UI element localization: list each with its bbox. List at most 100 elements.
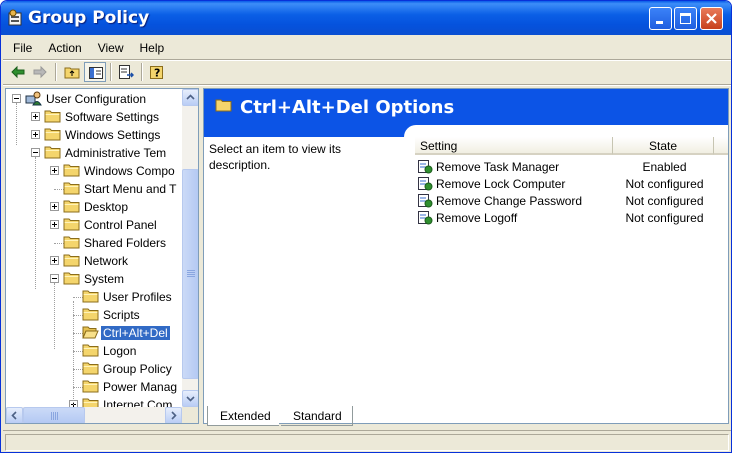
expand-plus-icon[interactable] bbox=[31, 112, 40, 121]
tree-item-label: User Profiles bbox=[103, 290, 172, 304]
close-icon bbox=[706, 13, 717, 24]
tree-item-label: Ctrl+Alt+Del bbox=[101, 326, 170, 340]
group-policy-window: Group Policy File Action View Help ? Use… bbox=[0, 0, 732, 453]
folder-icon bbox=[82, 380, 99, 393]
show-hide-console-tree-button[interactable] bbox=[84, 62, 106, 82]
collapse-minus-icon[interactable] bbox=[12, 94, 21, 103]
tree-connector-line bbox=[54, 283, 55, 349]
scroll-up-button[interactable] bbox=[182, 89, 198, 106]
tree-item-label: Network bbox=[84, 254, 129, 268]
tree-item-label: Windows Settings bbox=[65, 128, 161, 142]
menu-action[interactable]: Action bbox=[40, 37, 89, 59]
tab-standard[interactable]: Standard bbox=[281, 406, 353, 426]
tab-extended[interactable]: Extended bbox=[207, 406, 279, 426]
minimize-button[interactable] bbox=[649, 7, 672, 30]
setting-name: Remove Task Manager bbox=[436, 160, 560, 174]
tree-vertical-scrollbar[interactable] bbox=[182, 89, 198, 407]
console-tree[interactable]: User Configuration Software Settings Windo… bbox=[5, 88, 199, 424]
back-arrow-icon bbox=[11, 65, 25, 79]
column-header-state[interactable]: State bbox=[613, 137, 714, 155]
view-tabs: Extended Standard bbox=[203, 406, 729, 426]
item-description: Select an item to view its description. bbox=[209, 142, 342, 172]
setting-state: Enabled bbox=[642, 160, 687, 174]
tree-item-label: Control Panel bbox=[84, 218, 157, 232]
back-button[interactable] bbox=[7, 62, 29, 82]
open-folder-icon bbox=[82, 326, 99, 339]
folder-icon bbox=[44, 146, 61, 159]
folder-icon bbox=[63, 236, 80, 249]
setting-state: Not configured bbox=[625, 194, 704, 208]
show-hide-tree-icon bbox=[89, 67, 103, 79]
tree-item-label: Scripts bbox=[103, 308, 140, 322]
export-list-icon bbox=[119, 65, 134, 79]
details-title: Ctrl+Alt+Del Options bbox=[240, 97, 455, 118]
expand-plus-icon[interactable] bbox=[50, 166, 59, 175]
folder-icon bbox=[63, 182, 80, 195]
menu-bar: File Action View Help bbox=[5, 37, 729, 59]
forward-button[interactable] bbox=[29, 62, 51, 82]
details-pane: Ctrl+Alt+Del Options Select an item to v… bbox=[203, 88, 729, 424]
folder-icon bbox=[63, 218, 80, 231]
menu-file[interactable]: File bbox=[5, 37, 40, 59]
group-policy-app-icon bbox=[8, 9, 22, 26]
status-bar bbox=[3, 430, 731, 452]
help-button[interactable]: ? bbox=[146, 62, 168, 82]
expand-plus-icon[interactable] bbox=[50, 202, 59, 211]
export-list-button[interactable] bbox=[115, 62, 137, 82]
chevron-down-icon bbox=[186, 396, 195, 402]
setting-state: Not configured bbox=[625, 177, 704, 191]
tree-item-label: User Configuration bbox=[46, 92, 147, 106]
folder-icon bbox=[44, 128, 61, 141]
folder-icon bbox=[63, 272, 80, 285]
banner-curve bbox=[404, 125, 728, 137]
tree-horizontal-scrollbar[interactable] bbox=[6, 407, 182, 423]
list-item[interactable]: Remove Logoff Not configured bbox=[417, 209, 728, 226]
computer-user-icon bbox=[25, 91, 42, 106]
up-one-level-button[interactable] bbox=[61, 62, 83, 82]
collapse-minus-icon[interactable] bbox=[50, 274, 59, 283]
scroll-right-button[interactable] bbox=[165, 407, 182, 423]
maximize-icon bbox=[680, 13, 691, 24]
horizontal-scroll-thumb[interactable] bbox=[23, 407, 85, 423]
scroll-down-button[interactable] bbox=[182, 390, 198, 407]
close-button[interactable] bbox=[700, 7, 723, 30]
chevron-right-icon bbox=[171, 411, 177, 420]
chevron-up-icon bbox=[186, 94, 195, 100]
tree-item-label: Desktop bbox=[84, 200, 129, 214]
minimize-icon bbox=[656, 21, 663, 24]
scroll-left-button[interactable] bbox=[6, 407, 23, 423]
tree-item-label: Shared Folders bbox=[84, 236, 167, 250]
list-item[interactable]: Remove Change Password Not configured bbox=[417, 192, 728, 209]
expand-plus-icon[interactable] bbox=[31, 130, 40, 139]
title-bar[interactable]: Group Policy bbox=[1, 1, 731, 35]
window-title: Group Policy bbox=[28, 8, 150, 28]
expand-plus-icon[interactable] bbox=[50, 256, 59, 265]
list-item[interactable]: Remove Task Manager Enabled bbox=[417, 158, 728, 175]
vertical-scroll-thumb[interactable] bbox=[182, 169, 198, 379]
folder-icon bbox=[82, 308, 99, 321]
folder-icon bbox=[63, 200, 80, 213]
tree-item-label: Software Settings bbox=[65, 110, 160, 124]
setting-name: Remove Lock Computer bbox=[436, 177, 566, 191]
help-icon: ? bbox=[150, 66, 163, 80]
expand-plus-icon[interactable] bbox=[50, 220, 59, 229]
toolbar-separator bbox=[141, 63, 143, 81]
setting-state: Not configured bbox=[625, 211, 704, 225]
scrollbar-corner bbox=[182, 407, 198, 423]
tree-item-label: Administrative Tem bbox=[65, 146, 167, 160]
tree-item-label: Power Manag bbox=[103, 380, 178, 394]
menu-view[interactable]: View bbox=[90, 37, 132, 59]
folder-icon bbox=[63, 164, 80, 177]
menu-help[interactable]: Help bbox=[132, 37, 173, 59]
tree-item-label: Logon bbox=[103, 344, 137, 358]
tree-item-label: System bbox=[84, 272, 125, 286]
list-item[interactable]: Remove Lock Computer Not configured bbox=[417, 175, 728, 192]
collapse-minus-icon[interactable] bbox=[31, 148, 40, 157]
folder-icon bbox=[44, 110, 61, 123]
list-header: Setting State bbox=[415, 137, 728, 155]
setting-name: Remove Logoff bbox=[436, 211, 518, 225]
maximize-button[interactable] bbox=[674, 7, 697, 30]
column-header-setting[interactable]: Setting bbox=[415, 137, 613, 155]
policy-setting-icon bbox=[418, 177, 433, 191]
up-folder-icon bbox=[64, 67, 80, 79]
